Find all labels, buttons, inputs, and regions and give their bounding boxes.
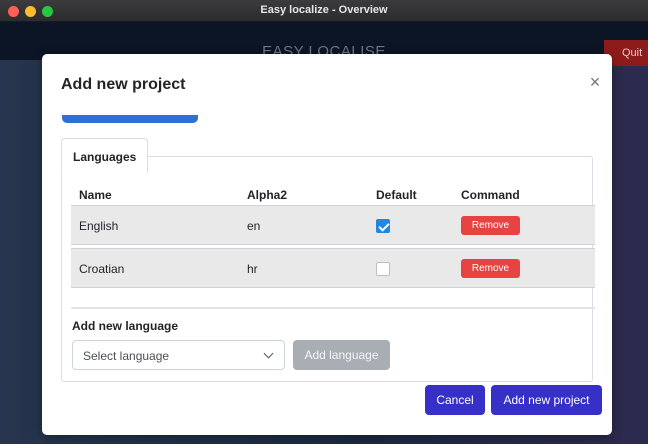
column-header-alpha2: Alpha2 (247, 188, 288, 202)
close-icon[interactable]: × (587, 73, 603, 91)
remove-button[interactable]: Remove (461, 259, 520, 278)
language-alpha2: en (247, 219, 261, 233)
window-title: Easy localize - Overview (260, 4, 388, 16)
remove-button[interactable]: Remove (461, 216, 520, 235)
add-language-button[interactable]: Add language (293, 340, 390, 370)
add-project-modal: Add new project × Languages Name Alpha2 … (42, 54, 612, 435)
language-name: Croatian (79, 262, 125, 276)
languages-table-header: Name Alpha2 Default Command (71, 188, 595, 206)
column-header-command: Command (461, 188, 520, 202)
language-select[interactable]: Select language (72, 340, 285, 370)
add-language-label: Add new language (72, 319, 179, 333)
language-select-value: Select language (83, 349, 170, 363)
default-checkbox[interactable] (376, 219, 390, 233)
table-row: English en Remove (71, 205, 595, 245)
cancel-button[interactable]: Cancel (425, 385, 485, 415)
section-divider (71, 307, 595, 309)
table-row: Croatian hr Remove (71, 248, 595, 288)
language-alpha2: hr (247, 262, 258, 276)
chevron-down-icon (263, 348, 274, 359)
tab-languages[interactable]: Languages (61, 138, 148, 173)
column-header-name: Name (79, 188, 112, 202)
partially-visible-button[interactable] (62, 115, 198, 123)
add-new-project-button[interactable]: Add new project (491, 385, 602, 415)
column-header-default: Default (376, 188, 417, 202)
window-titlebar: Easy localize - Overview (0, 0, 648, 22)
modal-title: Add new project (61, 76, 186, 93)
default-checkbox[interactable] (376, 262, 390, 276)
language-name: English (79, 219, 119, 233)
